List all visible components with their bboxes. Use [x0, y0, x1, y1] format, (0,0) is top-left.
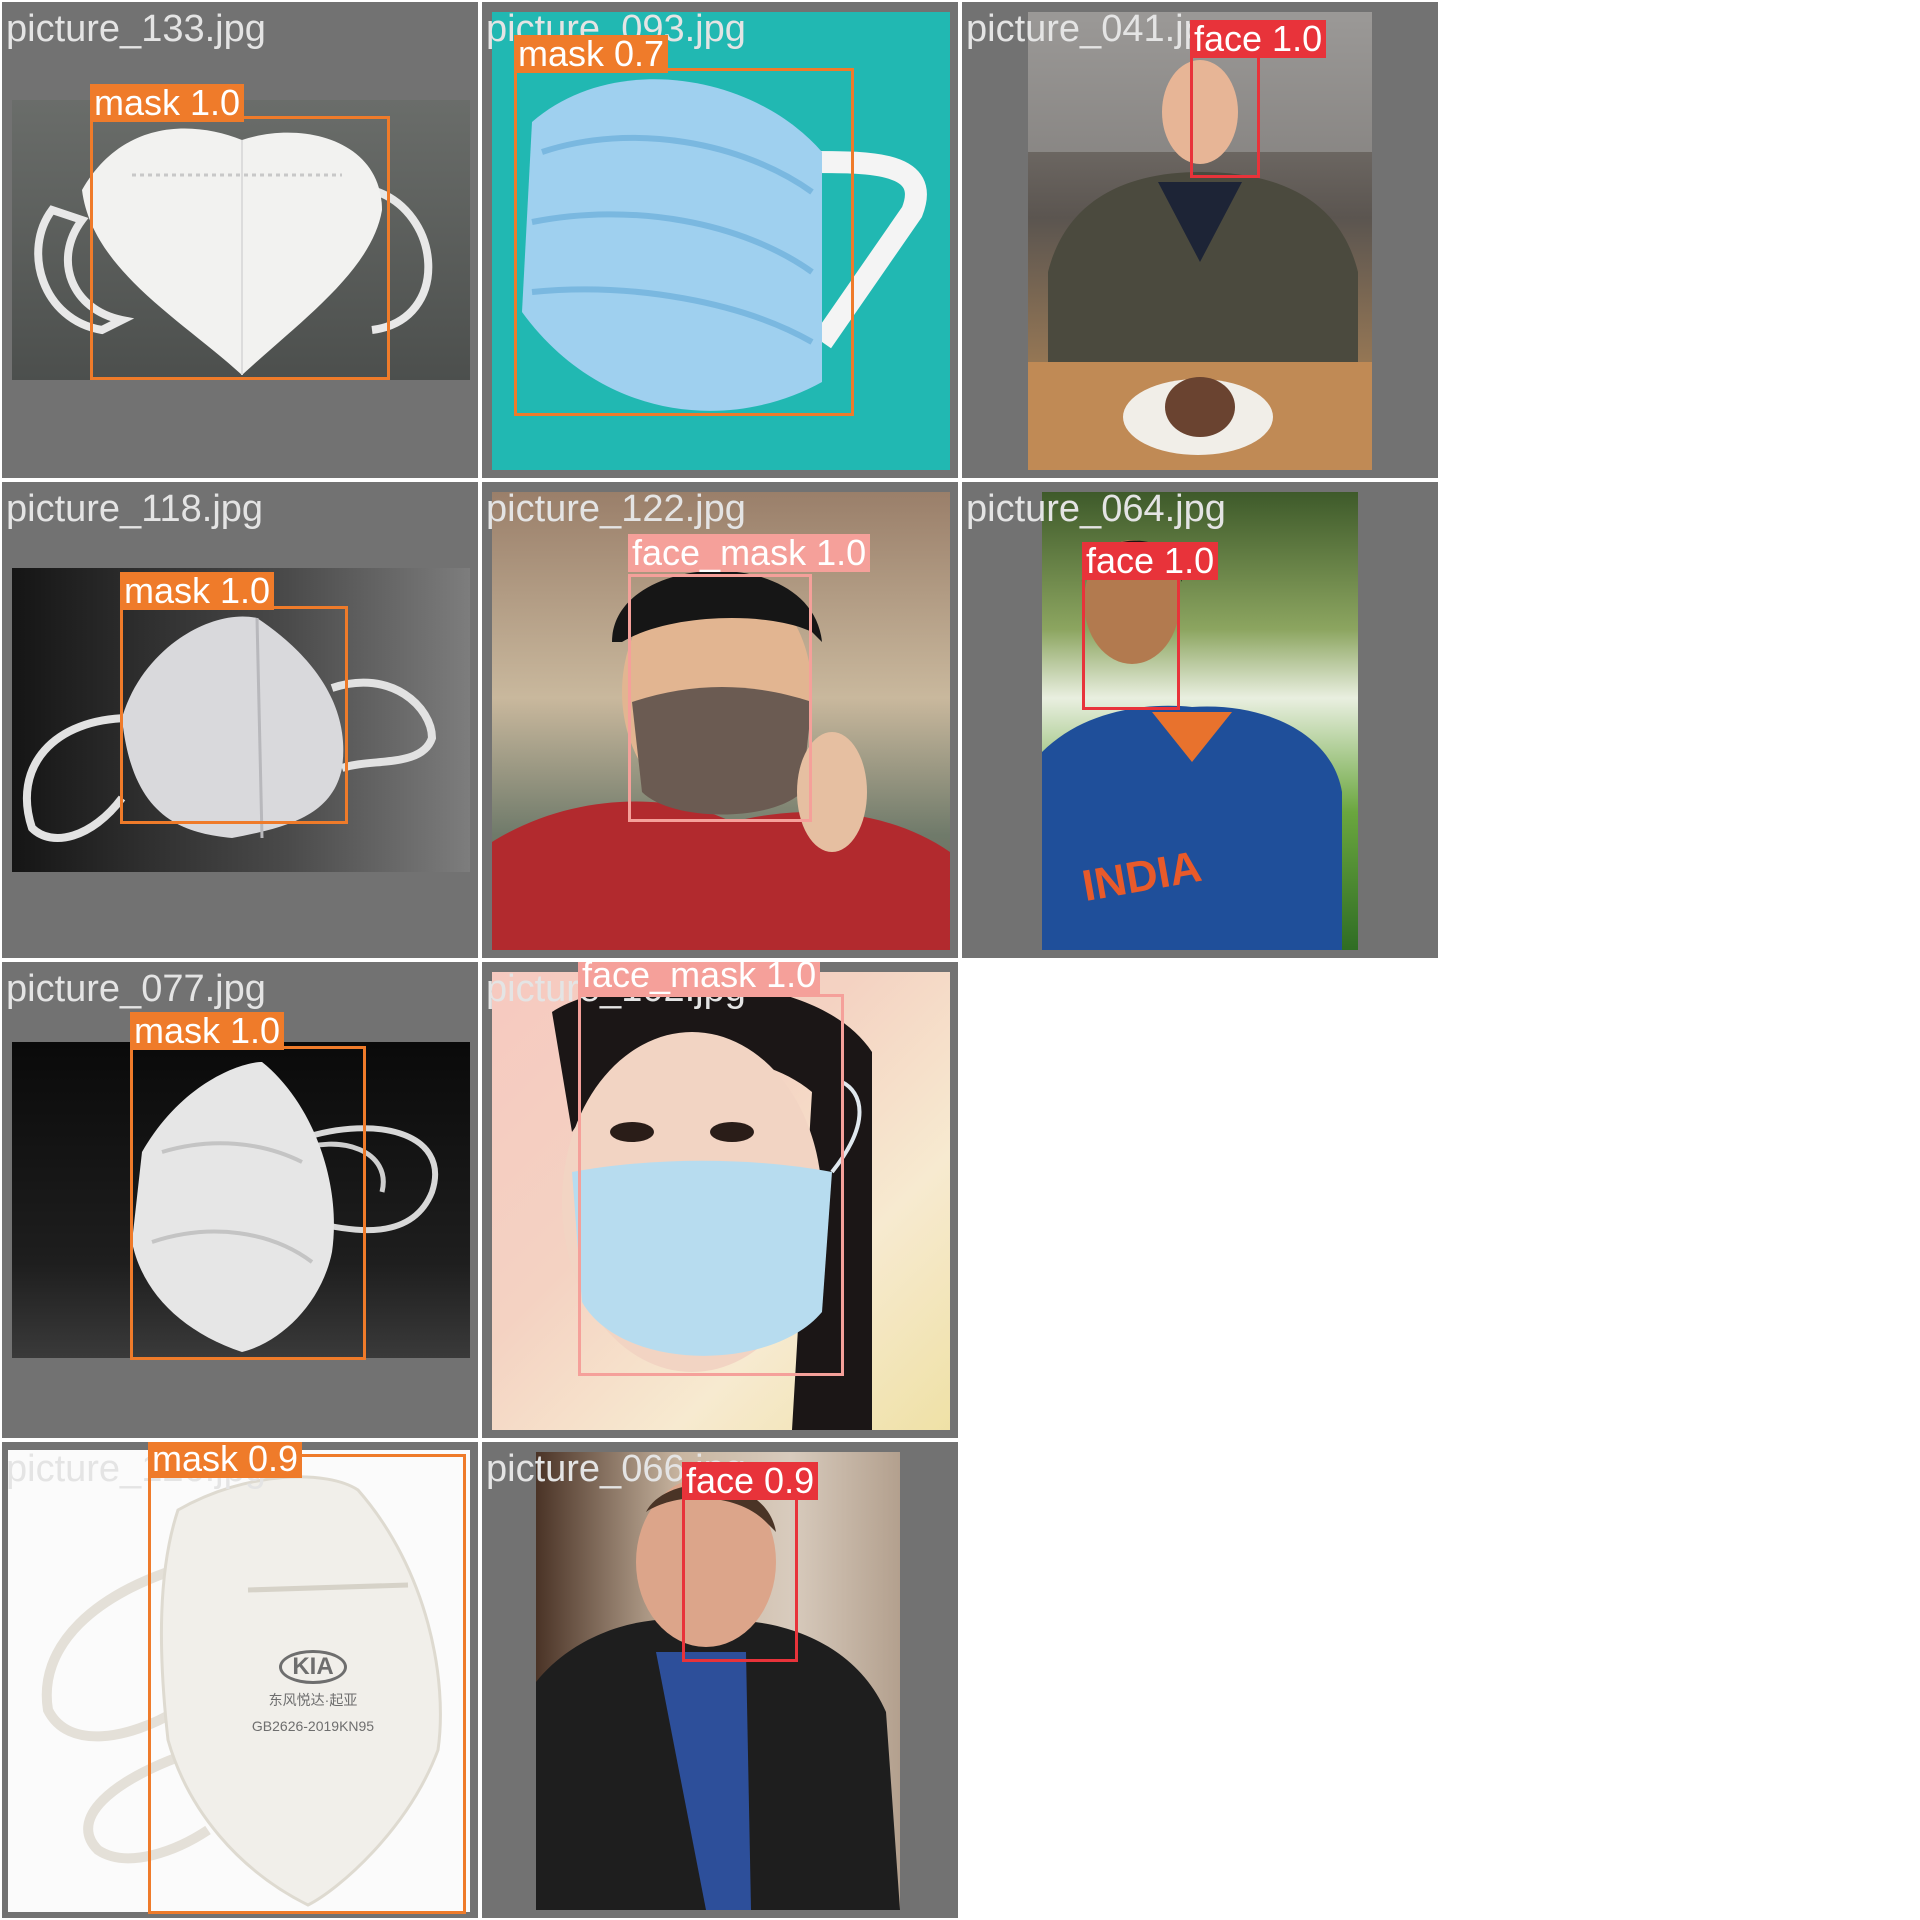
result-tile-10[interactable]: picture_066.jpg face 0.9: [482, 1442, 958, 1918]
detection-label: mask 1.0: [130, 1012, 285, 1050]
detection-label: face_mask 1.0: [628, 534, 871, 572]
detection-label: mask 1.0: [90, 84, 245, 122]
detection-box-mask: [90, 116, 390, 380]
result-tile-5[interactable]: picture_122.jpg face_mask 1.0: [482, 482, 958, 958]
detection-label: face_mask 1.0: [578, 962, 821, 994]
detection-box-face: [682, 1482, 798, 1662]
result-tile-4[interactable]: picture_118.jpg mask 1.0: [2, 482, 478, 958]
result-tile-3[interactable]: picture_041.jpg face 1.0: [962, 2, 1438, 478]
detection-label: face 0.9: [682, 1462, 819, 1500]
result-tile-7[interactable]: picture_077.jpg mask 1.0: [2, 962, 478, 1438]
detection-box-mask: [148, 1454, 466, 1914]
image-filename: picture_122.jpg: [486, 488, 746, 530]
detection-box-face-mask: [578, 994, 844, 1376]
detection-box-face-mask: [628, 574, 812, 822]
image-filename: picture_077.jpg: [6, 968, 266, 1010]
image-filename: picture_118.jpg: [6, 488, 264, 530]
detection-box-mask: [120, 606, 348, 824]
detection-label: mask 0.9: [148, 1442, 303, 1478]
detection-label: face 1.0: [1082, 542, 1219, 580]
result-tile-1[interactable]: picture_133.jpg mask 1.0: [2, 2, 478, 478]
image-filename: picture_064.jpg: [966, 488, 1226, 530]
detection-box-face: [1082, 576, 1180, 710]
result-tile-6[interactable]: INDIA picture_064.jpg face 1.0: [962, 482, 1438, 958]
detection-box-mask: [514, 68, 854, 416]
detection-box-mask: [130, 1046, 366, 1360]
result-tile-2[interactable]: picture_093.jpg mask 0.7: [482, 2, 958, 478]
detection-box-face: [1190, 52, 1260, 178]
image-filename: picture_133.jpg: [6, 8, 266, 50]
detection-label: mask 0.7: [514, 35, 669, 73]
image-filename: picture_041.jpg: [966, 8, 1226, 50]
detection-label: mask 1.0: [120, 572, 275, 610]
result-tile-9[interactable]: KIA 东风悦达·起亚 GB2626-2019KN95 picture_126.…: [2, 1442, 478, 1918]
detection-label: face 1.0: [1190, 20, 1327, 58]
result-tile-8[interactable]: picture_102.jpg face_mask 1.0: [482, 962, 958, 1438]
